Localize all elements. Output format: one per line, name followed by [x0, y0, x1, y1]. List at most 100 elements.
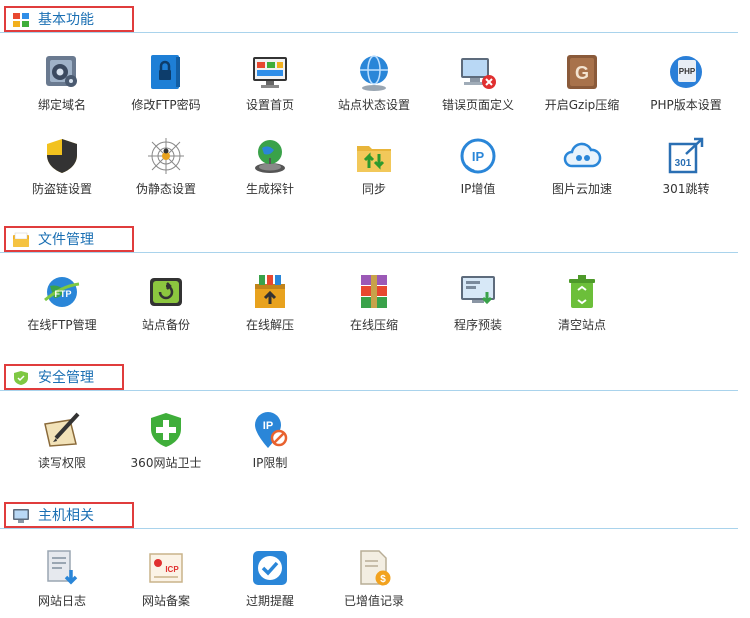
- item-label: 已增值记录: [343, 594, 404, 608]
- redirect-301-button[interactable]: 301 301跳转: [634, 136, 738, 196]
- lock-book-icon: [151, 55, 180, 89]
- spider-web-icon: [148, 138, 184, 174]
- item-label: 图片云加速: [551, 182, 612, 196]
- item-label: 网站日志: [37, 594, 86, 608]
- monitor-homepage-icon: [253, 57, 287, 88]
- clear-site-button[interactable]: 清空站点: [530, 272, 634, 332]
- item-label: 程序预装: [453, 318, 502, 332]
- svg-text:G: G: [575, 63, 589, 83]
- clock-check-icon: [253, 551, 287, 585]
- item-label: PHP版本设置: [650, 98, 722, 112]
- item-label: 301跳转: [662, 182, 710, 196]
- section-header: 文件管理: [0, 226, 750, 258]
- anti-leech-button[interactable]: 防盗链设置: [10, 136, 114, 196]
- section-security-management: 安全管理 读写权限 360网站卫士 IP IP限制: [0, 364, 750, 470]
- section-host-related: 主机相关 网站日志 ICP 网站备案 过期提醒 $ 已增值记录: [0, 502, 750, 608]
- shield-plus-icon: [151, 413, 181, 447]
- section-title: 安全管理: [38, 370, 94, 386]
- globe-probe-icon: [255, 140, 285, 173]
- sync-button[interactable]: 同步: [322, 136, 426, 196]
- ftp-globe-icon: FTP: [44, 277, 80, 307]
- shield-icon: [47, 139, 77, 173]
- security-shield-icon: [14, 371, 28, 385]
- redirect-301-icon: 301: [668, 137, 704, 174]
- section-title-box: 主机相关: [4, 502, 134, 528]
- section-basic-functions: 基本功能 绑定域名 修改FTP密码 设置首页 站点状态设置 错误页面定义 G 开…: [0, 6, 750, 196]
- section-divider: [0, 390, 738, 391]
- image-cloud-accelerate-button[interactable]: 图片云加速: [530, 136, 634, 196]
- section-title-box: 文件管理: [4, 226, 134, 252]
- item-label: 清空站点: [557, 318, 606, 332]
- sync-folder-icon: [357, 146, 391, 172]
- item-label: 同步: [361, 182, 386, 196]
- icp-certificate-icon: ICP: [149, 553, 183, 583]
- document-coin-icon: $: [360, 550, 391, 586]
- program-preinstall-button[interactable]: 程序预装: [426, 272, 530, 332]
- ip-block-icon: IP: [255, 412, 288, 448]
- monitor-download-icon: [461, 276, 495, 305]
- online-unzip-button[interactable]: 在线解压: [218, 272, 322, 332]
- svg-text:301: 301: [675, 158, 692, 169]
- item-label: 修改FTP密码: [131, 98, 201, 112]
- section-title-box: 安全管理: [4, 364, 124, 390]
- generate-probe-button[interactable]: 生成探针: [218, 136, 322, 196]
- svg-text:FTP: FTP: [55, 289, 72, 299]
- section-divider: [0, 32, 738, 33]
- error-page-button[interactable]: 错误页面定义: [426, 52, 530, 112]
- site-logs-button[interactable]: 网站日志: [10, 548, 114, 608]
- svg-text:ICP: ICP: [165, 565, 179, 574]
- item-label: 防盗链设置: [31, 182, 92, 196]
- backup-drive-icon: [150, 278, 182, 306]
- enable-gzip-button[interactable]: G 开启Gzip压缩: [530, 52, 634, 112]
- item-label: 绑定域名: [37, 98, 86, 112]
- item-label: 站点备份: [141, 318, 190, 332]
- domain-gear-icon: [46, 56, 77, 87]
- section-header: 基本功能: [0, 6, 750, 38]
- item-label: 开启Gzip压缩: [544, 98, 620, 112]
- globe-status-icon: [360, 55, 388, 91]
- ip-circle-icon: IP: [460, 138, 496, 174]
- gzip-box-icon: G: [567, 55, 597, 89]
- item-label: 设置首页: [245, 98, 294, 112]
- section-title: 文件管理: [38, 232, 94, 248]
- 360-guard-button[interactable]: 360网站卫士: [114, 410, 218, 470]
- pen-paper-icon: [44, 412, 80, 447]
- monitor-icon: [13, 509, 29, 523]
- php-icon: PHP: [670, 56, 702, 88]
- archive-stack-icon: [361, 275, 387, 308]
- online-ftp-button[interactable]: FTP 在线FTP管理: [10, 272, 114, 332]
- item-label: 网站备案: [141, 594, 190, 608]
- item-label: 360网站卫士: [130, 456, 202, 470]
- section-divider: [0, 252, 738, 253]
- log-download-icon: [47, 550, 78, 585]
- change-ftp-password-button[interactable]: 修改FTP密码: [114, 52, 218, 112]
- section-divider: [0, 528, 738, 529]
- php-version-button[interactable]: PHP PHP版本设置: [634, 52, 738, 112]
- set-homepage-button[interactable]: 设置首页: [218, 52, 322, 112]
- rewrite-button[interactable]: 伪静态设置: [114, 136, 218, 196]
- section-file-management: 文件管理 FTP 在线FTP管理 站点备份 在线解压 在线压缩 程序预装 清空站…: [0, 226, 750, 332]
- folder-icon: [13, 232, 29, 247]
- ip-value-added-button[interactable]: IP IP增值: [426, 136, 530, 196]
- item-label: IP限制: [252, 456, 288, 470]
- online-zip-button[interactable]: 在线压缩: [322, 272, 426, 332]
- ip-restriction-button[interactable]: IP IP限制: [218, 410, 322, 470]
- item-label: 伪静态设置: [135, 182, 196, 196]
- value-added-records-button[interactable]: $ 已增值记录: [322, 548, 426, 608]
- site-backup-button[interactable]: 站点备份: [114, 272, 218, 332]
- section-header: 主机相关: [0, 502, 750, 534]
- bind-domain-button[interactable]: 绑定域名: [10, 52, 114, 112]
- cloud-icon: [563, 142, 602, 168]
- expiry-reminder-button[interactable]: 过期提醒: [218, 548, 322, 608]
- recycle-bin-icon: [569, 275, 595, 308]
- site-icp-filing-button[interactable]: ICP 网站备案: [114, 548, 218, 608]
- read-write-permission-button[interactable]: 读写权限: [10, 410, 114, 470]
- item-label: 站点状态设置: [337, 98, 410, 112]
- section-title-box: 基本功能: [4, 6, 134, 32]
- item-label: 在线压缩: [349, 318, 398, 332]
- item-label: 读写权限: [37, 456, 86, 470]
- item-label: 在线解压: [245, 318, 294, 332]
- svg-text:IP: IP: [263, 420, 273, 432]
- item-label: 在线FTP管理: [27, 318, 97, 332]
- site-status-button[interactable]: 站点状态设置: [322, 52, 426, 112]
